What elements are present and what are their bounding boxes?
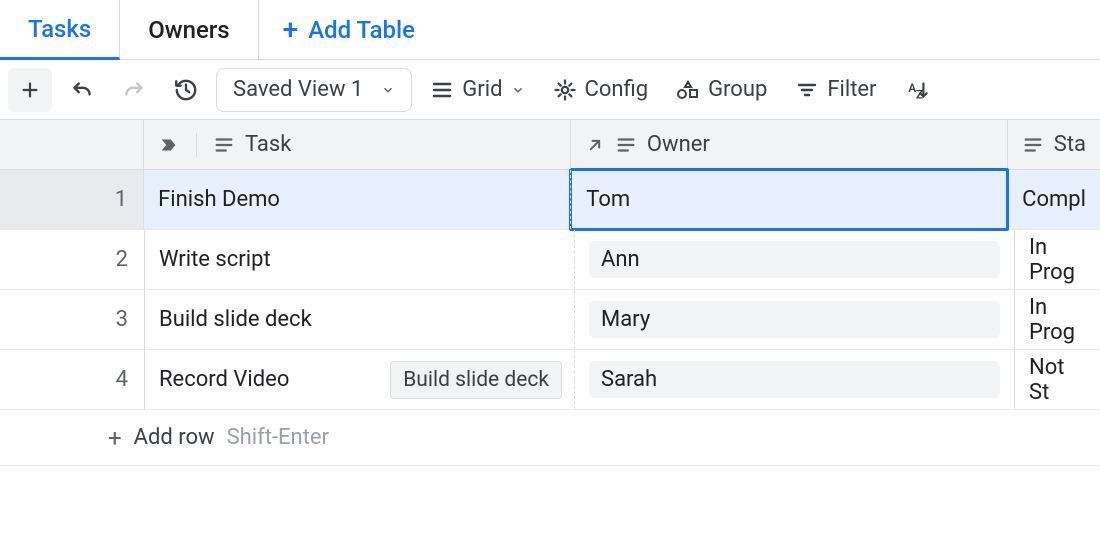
undo-button[interactable] bbox=[60, 68, 104, 112]
add-row-label: Add row bbox=[134, 425, 215, 450]
sort-button[interactable]: AZ bbox=[895, 77, 931, 103]
task-cell[interactable]: Write script bbox=[145, 230, 575, 289]
chevron-tag-icon bbox=[158, 134, 180, 156]
task-column-label: Task bbox=[245, 132, 291, 157]
grid-label: Grid bbox=[462, 77, 502, 102]
table-row[interactable]: 3 Build slide deck Mary In Prog bbox=[0, 290, 1100, 350]
filter-icon bbox=[795, 78, 819, 102]
text-type-icon bbox=[615, 134, 637, 156]
text-type-icon bbox=[1022, 134, 1044, 156]
owner-cell[interactable]: Mary bbox=[575, 290, 1015, 349]
gear-icon bbox=[553, 78, 577, 102]
add-row-button[interactable]: + Add row Shift-Enter bbox=[0, 410, 1100, 466]
plus-icon: + bbox=[283, 16, 299, 44]
table-row[interactable]: 2 Write script Ann In Prog bbox=[0, 230, 1100, 290]
filter-button[interactable]: Filter bbox=[785, 77, 886, 102]
plus-icon: + bbox=[108, 424, 122, 452]
group-button[interactable]: Group bbox=[666, 77, 777, 102]
add-table-label: Add Table bbox=[308, 16, 415, 44]
owner-cell[interactable]: Sarah bbox=[575, 350, 1015, 409]
config-button[interactable]: Config bbox=[543, 77, 659, 102]
tooltip: Build slide deck bbox=[390, 361, 562, 399]
row-number: 3 bbox=[0, 290, 145, 349]
table-row[interactable]: 1 Finish Demo Tom Compl bbox=[0, 170, 1100, 230]
row-number: 4 bbox=[0, 350, 145, 409]
task-cell[interactable]: Finish Demo bbox=[144, 170, 571, 229]
grid-view-dropdown[interactable]: Grid bbox=[420, 77, 534, 102]
status-cell[interactable]: In Prog bbox=[1015, 290, 1100, 349]
owner-cell[interactable]: Ann bbox=[575, 230, 1015, 289]
add-button[interactable] bbox=[8, 68, 52, 112]
config-label: Config bbox=[585, 77, 649, 102]
add-table-button[interactable]: + Add Table bbox=[259, 16, 439, 44]
grid-icon bbox=[430, 78, 454, 102]
status-cell[interactable]: Not St bbox=[1015, 350, 1100, 409]
table-row[interactable]: 4 Record Video Build slide deck Sarah No… bbox=[0, 350, 1100, 410]
column-header-owner[interactable]: Owner bbox=[571, 120, 1008, 169]
history-button[interactable] bbox=[164, 68, 208, 112]
grid-header-row: Task Owner Sta bbox=[0, 120, 1100, 170]
status-cell[interactable]: In Prog bbox=[1015, 230, 1100, 289]
tab-owners[interactable]: Owners bbox=[120, 0, 258, 60]
tab-tasks[interactable]: Tasks bbox=[0, 0, 120, 60]
selected-cell[interactable]: Tom bbox=[569, 168, 1009, 231]
add-row-hint: Shift-Enter bbox=[227, 425, 329, 450]
row-number-header bbox=[0, 120, 144, 169]
chevron-down-icon bbox=[511, 83, 525, 97]
row-number: 2 bbox=[0, 230, 145, 289]
task-cell[interactable]: Record Video Build slide deck bbox=[145, 350, 575, 409]
filter-label: Filter bbox=[827, 77, 876, 102]
owner-cell[interactable]: Tom bbox=[571, 170, 1008, 229]
text-type-icon bbox=[213, 134, 235, 156]
owner-column-label: Owner bbox=[647, 132, 710, 157]
task-cell[interactable]: Build slide deck bbox=[145, 290, 575, 349]
row-number: 1 bbox=[0, 170, 144, 229]
column-header-task[interactable]: Task bbox=[144, 120, 571, 169]
lookup-arrow-icon bbox=[585, 135, 605, 155]
sort-az-icon: AZ bbox=[905, 77, 931, 103]
status-cell[interactable]: Compl bbox=[1008, 170, 1100, 229]
chevron-down-icon bbox=[381, 83, 395, 97]
column-header-status[interactable]: Sta bbox=[1008, 120, 1100, 169]
group-icon bbox=[676, 78, 700, 102]
redo-button[interactable] bbox=[112, 68, 156, 112]
saved-view-dropdown[interactable]: Saved View 1 bbox=[216, 68, 412, 112]
status-column-label: Sta bbox=[1054, 132, 1086, 157]
group-label: Group bbox=[708, 77, 767, 102]
saved-view-label: Saved View 1 bbox=[233, 77, 363, 102]
